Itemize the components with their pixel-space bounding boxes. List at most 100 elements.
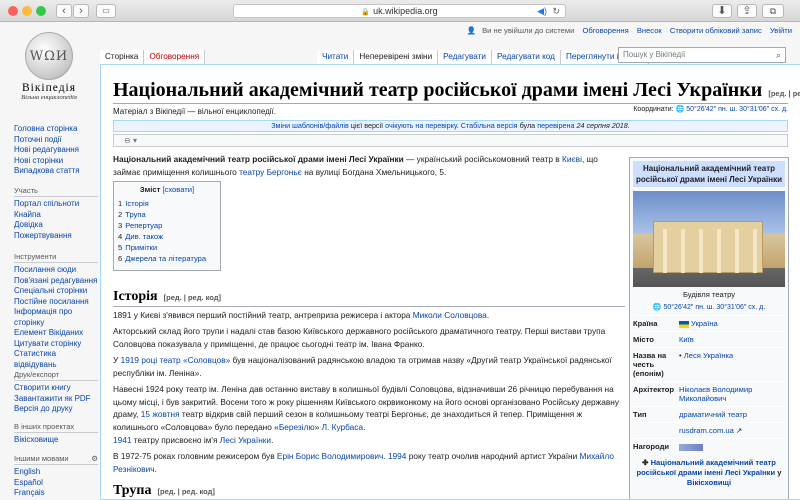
link-kurbas[interactable]: Л. Курбаса bbox=[322, 422, 364, 432]
row-link[interactable]: Україна bbox=[691, 319, 718, 328]
tab-edit[interactable]: Редагувати bbox=[438, 50, 492, 64]
globe-icon[interactable]: 🌐 bbox=[676, 106, 685, 113]
commons-link-text[interactable]: Вікісховищі bbox=[687, 478, 731, 487]
nav-create-book[interactable]: Створити книгу bbox=[14, 383, 71, 392]
tab-edit-source[interactable]: Редагувати код bbox=[491, 50, 561, 64]
login-link[interactable]: Увійти bbox=[770, 26, 792, 35]
toc-item[interactable]: 3 Репертуар bbox=[118, 220, 216, 231]
wikipedia-logo[interactable]: WΩИ Вікіпедія Вільна енциклопедія bbox=[14, 32, 84, 101]
nav-commons[interactable]: Вікісховище bbox=[14, 435, 58, 444]
nav-special-pages[interactable]: Спеціальні сторінки bbox=[14, 286, 87, 295]
nav-recent-changes[interactable]: Нові редагування bbox=[14, 145, 79, 154]
nav-donate[interactable]: Пожертвування bbox=[14, 231, 72, 240]
section-edit-links[interactable]: [ред. | ред. код] bbox=[164, 293, 221, 302]
nav-main-page[interactable]: Головна сторінка bbox=[14, 124, 77, 133]
link-1994[interactable]: 1994 bbox=[388, 451, 406, 461]
tabs-overview-icon[interactable]: ⧉ bbox=[762, 4, 784, 18]
gear-icon[interactable]: ⚙ bbox=[91, 454, 98, 463]
toc-item[interactable]: 1 Історія bbox=[118, 198, 216, 209]
nav-page-views[interactable]: Статистика відвідувань bbox=[14, 349, 57, 369]
nav-cite-page[interactable]: Цитувати сторінку bbox=[14, 339, 81, 348]
row-link[interactable]: Київ bbox=[679, 335, 694, 344]
toc-link[interactable]: Див. також bbox=[125, 232, 163, 241]
globe-icon[interactable]: 🌐 bbox=[653, 304, 662, 311]
lang-english[interactable]: English bbox=[14, 467, 40, 476]
row-link[interactable]: Ніколаєв Володимир Миколайович bbox=[679, 385, 752, 403]
awaiting-review-link[interactable]: очікують на перевірку bbox=[385, 121, 457, 130]
lang-espanol[interactable]: Español bbox=[14, 478, 43, 487]
toc-item[interactable]: 2 Трупа bbox=[118, 209, 216, 220]
expand-icon[interactable]: ▾ bbox=[133, 136, 137, 145]
theatre-building-photo[interactable] bbox=[633, 191, 785, 287]
toc-toggle[interactable]: [сховати] bbox=[162, 185, 194, 194]
link-bergonier-theatre[interactable]: театру Бергоньє bbox=[239, 167, 302, 177]
nav-download-pdf[interactable]: Завантажити як PDF bbox=[14, 394, 91, 403]
nav-current-events[interactable]: Поточні події bbox=[14, 135, 62, 144]
toc-link[interactable]: Трупа bbox=[125, 210, 145, 219]
tab-read[interactable]: Читати bbox=[317, 50, 355, 64]
section-edit-links[interactable]: [ред. | ред. код] bbox=[157, 487, 214, 496]
sidebar-toggle-icon[interactable]: ▭ bbox=[96, 4, 116, 18]
link-1919[interactable]: 1919 році bbox=[121, 355, 158, 365]
title-edit-links[interactable]: [ред. | ред. код] bbox=[768, 89, 800, 98]
review-toolbar[interactable]: ⊖ ▾ bbox=[113, 134, 788, 147]
nav-new-pages[interactable]: Нові сторінки bbox=[14, 156, 63, 165]
link-lesya-ukrainka[interactable]: Лесі Українки bbox=[220, 435, 271, 445]
nav-related-changes[interactable]: Пов'язані редагування bbox=[14, 276, 97, 285]
lang-francais[interactable]: Français bbox=[14, 488, 45, 497]
link-solovtsov[interactable]: Миколи Соловцова bbox=[413, 310, 487, 320]
nav-help[interactable]: Довідка bbox=[14, 220, 43, 229]
forward-icon[interactable]: › bbox=[73, 4, 89, 18]
infobox-coords-link[interactable]: 50°26′42″ пн. ш. 30°31′06″ сх. д. bbox=[663, 304, 765, 311]
row-link[interactable]: драматичний театр bbox=[679, 410, 747, 419]
link-erin[interactable]: Ерін Борис Володимирович bbox=[277, 451, 383, 461]
toc-link[interactable]: Історія bbox=[125, 199, 149, 208]
tab-pending-changes[interactable]: Неперевірені зміни bbox=[354, 50, 439, 64]
nav-village-pump[interactable]: Кнайпа bbox=[14, 210, 41, 219]
row-link[interactable]: Леся Українка bbox=[684, 351, 734, 360]
create-account-link[interactable]: Створити обліковий запис bbox=[670, 26, 762, 35]
link-kyiv[interactable]: Києві bbox=[562, 154, 582, 164]
toc-link[interactable]: Примітки bbox=[125, 243, 157, 252]
zoom-window-button[interactable] bbox=[36, 6, 46, 16]
toc-item[interactable]: 4 Див. також bbox=[118, 231, 216, 242]
nav-community-portal[interactable]: Портал спільноти bbox=[14, 199, 79, 208]
toc-item[interactable]: 6 Джерела та література bbox=[118, 253, 216, 264]
address-bar[interactable]: 🔒 uk.wikipedia.org ◀) ↻ bbox=[233, 4, 566, 18]
nav-printable-version[interactable]: Версія до друку bbox=[14, 404, 73, 413]
nav-wikidata-item[interactable]: Елемент Вікіданих bbox=[14, 328, 83, 337]
link-1941[interactable]: 1941 bbox=[113, 435, 131, 445]
infobox-title: Національний академічний театр російсько… bbox=[633, 161, 785, 187]
anon-contributions-link[interactable]: Внесок bbox=[637, 26, 662, 35]
tab-talk[interactable]: Обговорення bbox=[144, 50, 206, 64]
close-window-button[interactable] bbox=[8, 6, 18, 16]
link-15-october[interactable]: 15 жовтня bbox=[141, 409, 180, 419]
nav-random-article[interactable]: Випадкова стаття bbox=[14, 166, 80, 175]
minimize-window-button[interactable] bbox=[22, 6, 32, 16]
template-changes-link[interactable]: Зміни шаблонів/файлів bbox=[271, 121, 349, 130]
stable-version-link[interactable]: Стабільна версія bbox=[461, 121, 518, 130]
anon-talk-link[interactable]: Обговорення bbox=[583, 26, 629, 35]
nav-page-info[interactable]: Інформація про сторінку bbox=[14, 307, 72, 327]
para-text: . bbox=[271, 435, 274, 445]
coords-link[interactable]: 50°26′42″ пн. ш. 30°31′06″ сх. д. bbox=[686, 106, 788, 113]
speaker-icon[interactable]: ◀) bbox=[537, 5, 547, 17]
reviewed-link[interactable]: перевірена bbox=[537, 121, 574, 130]
toc-link[interactable]: Джерела та література bbox=[125, 254, 206, 263]
commons-category-link[interactable]: Національний академічний театр російсько… bbox=[636, 458, 775, 477]
award-ribbon-icon[interactable] bbox=[679, 443, 703, 451]
nav-what-links-here[interactable]: Посилання сюди bbox=[14, 265, 76, 274]
share-icon[interactable]: ⇪ bbox=[737, 4, 757, 18]
back-icon[interactable]: ‹ bbox=[56, 4, 72, 18]
link-solovtsov-theatre[interactable]: театр «Соловцов» bbox=[159, 355, 230, 365]
reload-icon[interactable]: ↻ bbox=[552, 5, 560, 17]
toc-item[interactable]: 5 Примітки bbox=[118, 242, 216, 253]
nav-permanent-link[interactable]: Постійне посилання bbox=[14, 297, 89, 306]
search-icon[interactable]: ⌕ bbox=[776, 48, 781, 62]
tab-article[interactable]: Сторінка bbox=[100, 50, 145, 64]
search-input[interactable]: Пошук у Вікіпедії ⌕ bbox=[618, 47, 786, 63]
toc-link[interactable]: Репертуар bbox=[125, 221, 162, 230]
link-berezil[interactable]: Березілю bbox=[279, 422, 315, 432]
website-link[interactable]: rusdram.com.ua bbox=[679, 426, 734, 435]
downloads-icon[interactable]: ⬇ bbox=[712, 4, 732, 18]
